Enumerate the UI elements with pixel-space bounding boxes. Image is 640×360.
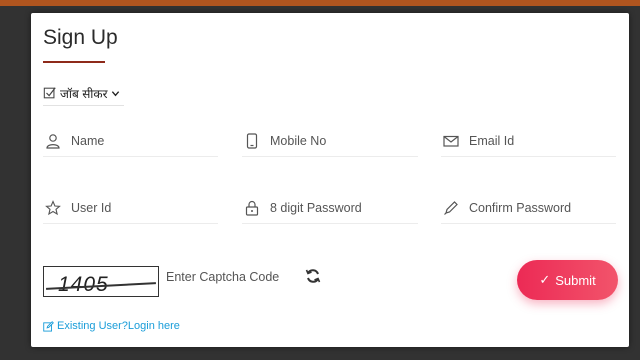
email-input[interactable] bbox=[467, 133, 616, 149]
confirm-password-input[interactable] bbox=[467, 200, 616, 216]
password-input[interactable] bbox=[268, 200, 418, 216]
edit-icon bbox=[43, 320, 54, 332]
email-field bbox=[441, 126, 616, 157]
mobile-input[interactable] bbox=[268, 133, 418, 149]
submit-button[interactable]: ✓ Submit bbox=[517, 260, 618, 300]
confirm-password-field bbox=[441, 193, 616, 224]
existing-user-label: Existing User?Login here bbox=[57, 320, 180, 332]
check-icon: ✓ bbox=[539, 272, 551, 287]
lock-icon bbox=[245, 200, 259, 216]
captcha-input[interactable] bbox=[164, 262, 303, 292]
refresh-icon[interactable] bbox=[305, 268, 321, 284]
page-title: Sign Up bbox=[43, 26, 118, 49]
title-underline bbox=[43, 61, 105, 63]
password-field bbox=[242, 193, 418, 224]
envelope-icon bbox=[443, 135, 459, 147]
signup-modal: Sign Up जॉब सीकर Name Mobile No Email Id… bbox=[31, 13, 629, 347]
captcha-image: 1405 bbox=[43, 266, 159, 297]
user-id-input[interactable] bbox=[69, 200, 218, 216]
star-icon bbox=[45, 200, 61, 216]
role-dropdown[interactable]: जॉब सीकर bbox=[43, 81, 124, 106]
pencil-icon bbox=[444, 201, 458, 215]
captcha-field bbox=[164, 262, 303, 292]
existing-user-link[interactable]: Existing User?Login here bbox=[43, 320, 180, 332]
checkbox-icon bbox=[43, 87, 56, 99]
name-field bbox=[43, 126, 218, 157]
chevron-down-icon bbox=[111, 90, 119, 96]
mobile-icon bbox=[246, 133, 258, 149]
name-input[interactable] bbox=[69, 133, 218, 149]
user-id-field bbox=[43, 193, 218, 224]
mobile-field bbox=[242, 126, 418, 157]
user-icon bbox=[46, 134, 60, 149]
submit-label: Submit bbox=[555, 272, 596, 288]
role-dropdown-label: जॉब सीकर bbox=[60, 86, 108, 101]
